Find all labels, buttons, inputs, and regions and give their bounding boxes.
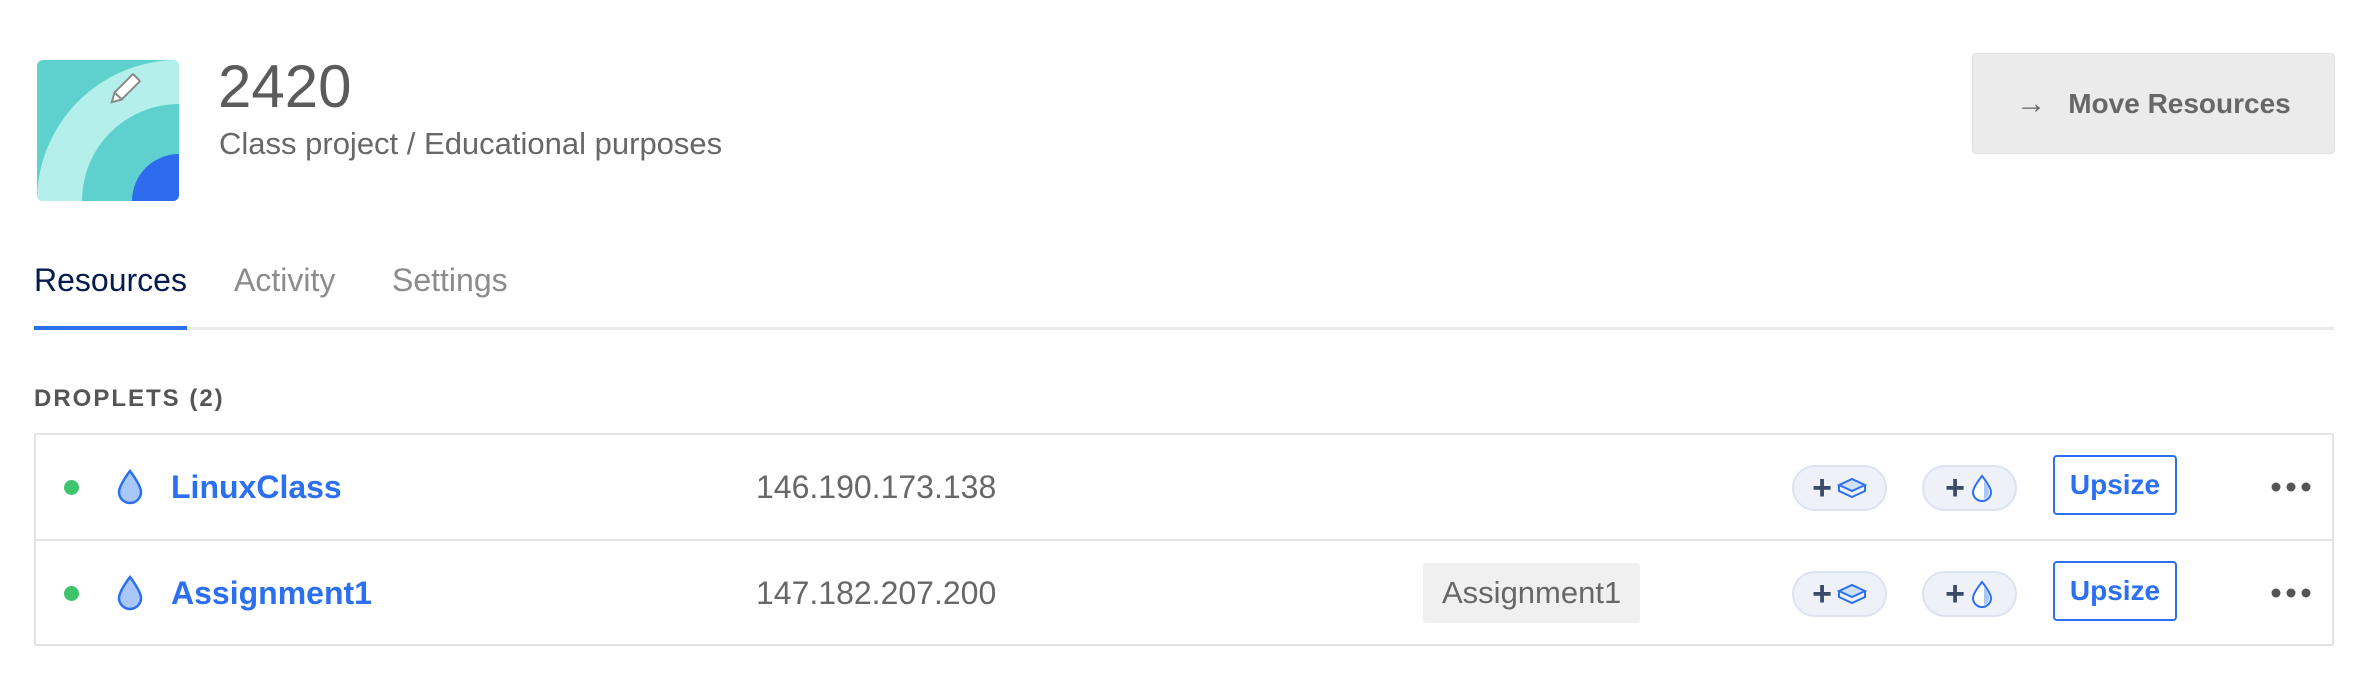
tab-divider (34, 327, 2334, 330)
droplet-icon (117, 575, 143, 611)
tab-resources[interactable]: Resources (34, 260, 187, 330)
status-indicator (64, 586, 79, 601)
more-dots-icon[interactable] (2261, 571, 2321, 615)
status-indicator (64, 480, 79, 495)
droplet-ip: 146.190.173.138 (756, 469, 997, 505)
snapshot-icon (1971, 474, 1992, 502)
add-snapshot-button[interactable]: + (1922, 571, 2017, 617)
active-tab-indicator (34, 326, 187, 330)
droplet-name-link[interactable]: LinuxClass (171, 467, 342, 507)
project-title: 2420 (218, 53, 352, 120)
droplets-section-title: DROPLETS (2) (34, 385, 225, 412)
tab-settings[interactable]: Settings (392, 260, 508, 300)
add-volume-button[interactable]: + (1792, 465, 1887, 511)
volume-icon (1836, 583, 1867, 605)
add-volume-button[interactable]: + (1792, 571, 1887, 617)
project-page: 2420 Class project / Educational purpose… (0, 0, 2370, 698)
tab-activity-label: Activity (234, 262, 336, 298)
arrow-right-icon: → (2016, 86, 2047, 120)
add-snapshot-button[interactable]: + (1922, 465, 2017, 511)
tab-resources-label: Resources (34, 262, 187, 298)
snapshot-icon (1971, 580, 1992, 608)
droplets-table: LinuxClass 146.190.173.138 + + Upsize As… (34, 433, 2334, 646)
volume-icon (1836, 477, 1867, 499)
droplet-name-link[interactable]: Assignment1 (171, 573, 372, 613)
tab-bar: Resources Activity Settings (34, 250, 2334, 330)
upsize-button[interactable]: Upsize (2053, 455, 2177, 515)
table-row: Assignment1 147.182.207.200 Assignment1 … (36, 541, 2332, 645)
droplet-tag[interactable]: Assignment1 (1423, 563, 1641, 623)
project-avatar-icon[interactable] (37, 60, 179, 201)
more-dots-icon[interactable] (2261, 465, 2321, 509)
upsize-button[interactable]: Upsize (2053, 561, 2177, 621)
tab-settings-label: Settings (392, 262, 508, 298)
project-description: Class project / Educational purposes (219, 126, 723, 161)
tab-activity[interactable]: Activity (234, 260, 335, 300)
move-resources-button[interactable]: → Move Resources (1972, 53, 2335, 154)
droplet-icon (117, 469, 143, 505)
table-row: LinuxClass 146.190.173.138 + + Upsize (36, 435, 2332, 541)
move-resources-label: Move Resources (2068, 87, 2291, 119)
droplet-ip: 147.182.207.200 (756, 575, 997, 611)
